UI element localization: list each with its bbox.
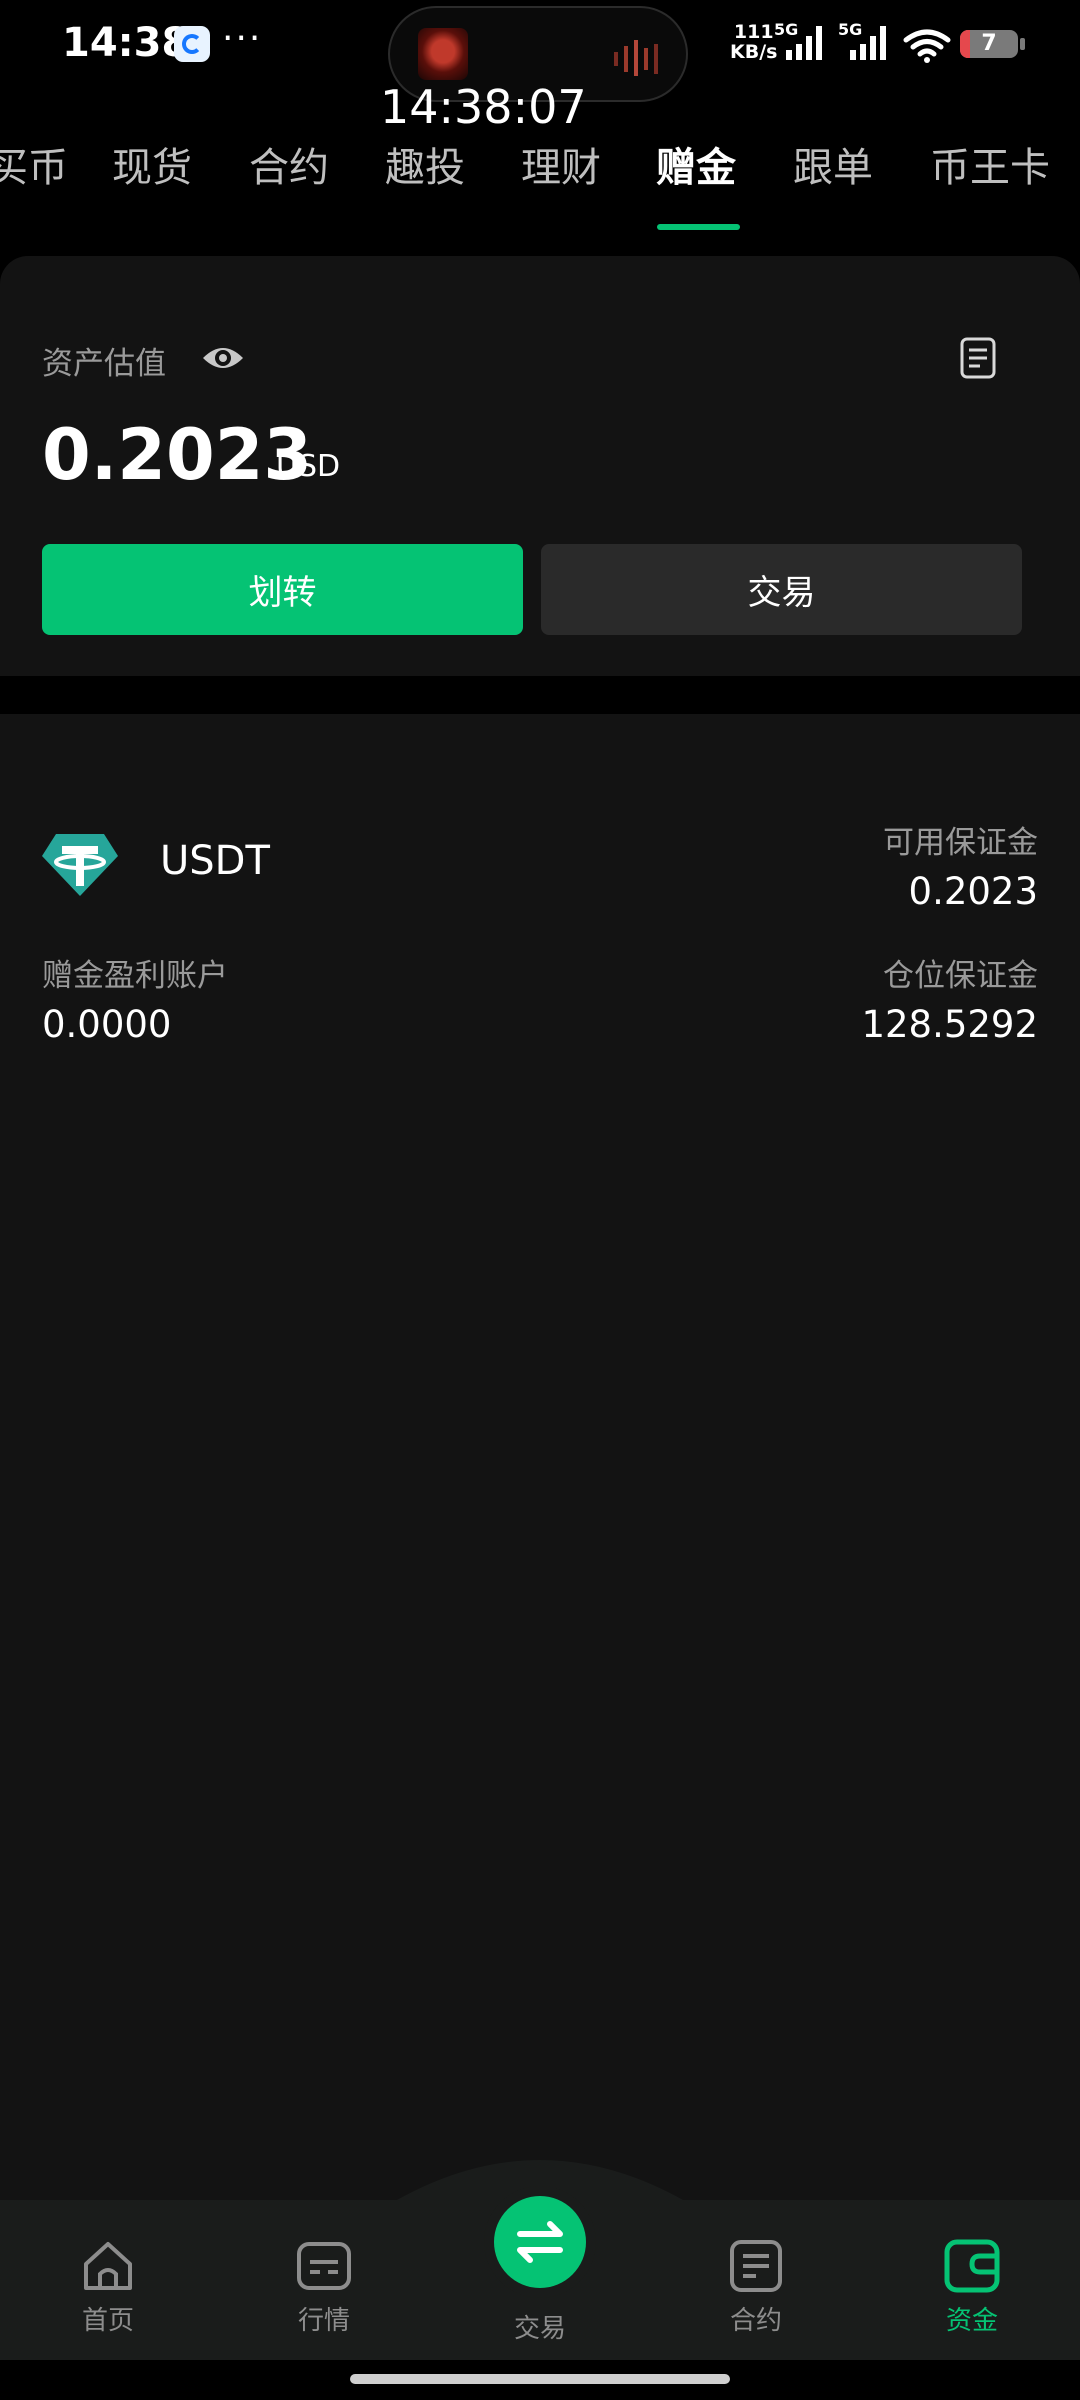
bonus-profit-label: 赠金盈利账户 xyxy=(42,958,228,994)
nav-market[interactable]: 行情 xyxy=(264,2238,384,2337)
coin-name: USDT xyxy=(160,838,270,884)
tab-coin-king-card[interactable]: 币王卡 xyxy=(930,135,1050,193)
bonus-profit-value: 0.0000 xyxy=(42,1003,172,1046)
top-tab-bar: 买币 现货 合约 趣投 理财 赠金 跟单 币王卡 xyxy=(0,135,1080,195)
network-speed: 111 KB/s xyxy=(730,22,777,62)
battery-icon: 7 xyxy=(960,30,1018,58)
media-thumbnail xyxy=(418,28,468,80)
signal-bars-icon xyxy=(786,26,822,60)
asset-valuation-label: 资产估值 xyxy=(42,346,166,382)
available-margin-value: 0.2023 xyxy=(908,870,1038,913)
nav-market-label: 行情 xyxy=(297,2306,350,2336)
records-icon[interactable] xyxy=(958,336,998,380)
battery-cap xyxy=(1020,38,1025,50)
tab-spot[interactable]: 现货 xyxy=(112,135,192,193)
nav-trade-label: 交易 xyxy=(513,2314,566,2344)
nav-home-label: 首页 xyxy=(81,2306,134,2336)
cell-signal-1: 5G xyxy=(774,20,834,64)
active-tab-indicator xyxy=(657,224,740,230)
nav-funds[interactable]: 资金 xyxy=(912,2238,1032,2337)
nav-trade-button[interactable] xyxy=(494,2196,586,2288)
signal-bars-icon xyxy=(850,26,886,60)
wallet-icon xyxy=(944,2239,1000,2293)
contract-icon xyxy=(730,2240,782,2292)
tab-finance[interactable]: 理财 xyxy=(521,135,601,193)
tab-fun-invest[interactable]: 趣投 xyxy=(385,135,465,193)
asset-value: 0.2023 xyxy=(42,414,313,496)
tab-bonus[interactable]: 赠金 xyxy=(656,135,736,193)
swap-icon xyxy=(517,2221,563,2263)
position-margin-label: 仓位保证金 xyxy=(883,958,1038,994)
home-icon xyxy=(84,2242,132,2290)
network-speed-value: 111 xyxy=(733,21,774,43)
floating-clock: 14:38:07 xyxy=(380,80,587,134)
notification-app-icon xyxy=(174,26,210,62)
audio-wave-icon xyxy=(614,40,658,76)
market-icon xyxy=(297,2242,351,2290)
available-margin-label: 可用保证金 xyxy=(883,825,1038,861)
tab-buy-coin[interactable]: 买币 xyxy=(0,135,68,193)
account-section xyxy=(0,714,1080,2200)
cell-signal-2: 5G xyxy=(838,20,898,64)
nav-home[interactable]: 首页 xyxy=(48,2238,168,2337)
asset-unit: USD xyxy=(276,449,341,484)
more-notifications-icon: ··· xyxy=(222,18,263,59)
network-speed-unit: KB/s xyxy=(730,41,778,63)
nav-contract-label: 合约 xyxy=(729,2306,782,2336)
wifi-icon xyxy=(903,29,951,63)
tab-futures[interactable]: 合约 xyxy=(249,135,329,193)
battery-percent: 7 xyxy=(981,31,997,56)
status-time: 14:38 xyxy=(62,20,190,66)
tab-copy-trade[interactable]: 跟单 xyxy=(793,135,873,193)
transfer-button[interactable]: 划转 xyxy=(42,544,523,635)
eye-icon[interactable] xyxy=(200,338,246,378)
nav-contract[interactable]: 合约 xyxy=(696,2238,816,2337)
trade-button[interactable]: 交易 xyxy=(541,544,1022,635)
position-margin-value: 128.5292 xyxy=(861,1003,1038,1046)
nav-funds-label: 资金 xyxy=(945,2306,998,2336)
home-indicator[interactable] xyxy=(350,2374,730,2384)
usdt-logo-icon xyxy=(42,834,118,896)
